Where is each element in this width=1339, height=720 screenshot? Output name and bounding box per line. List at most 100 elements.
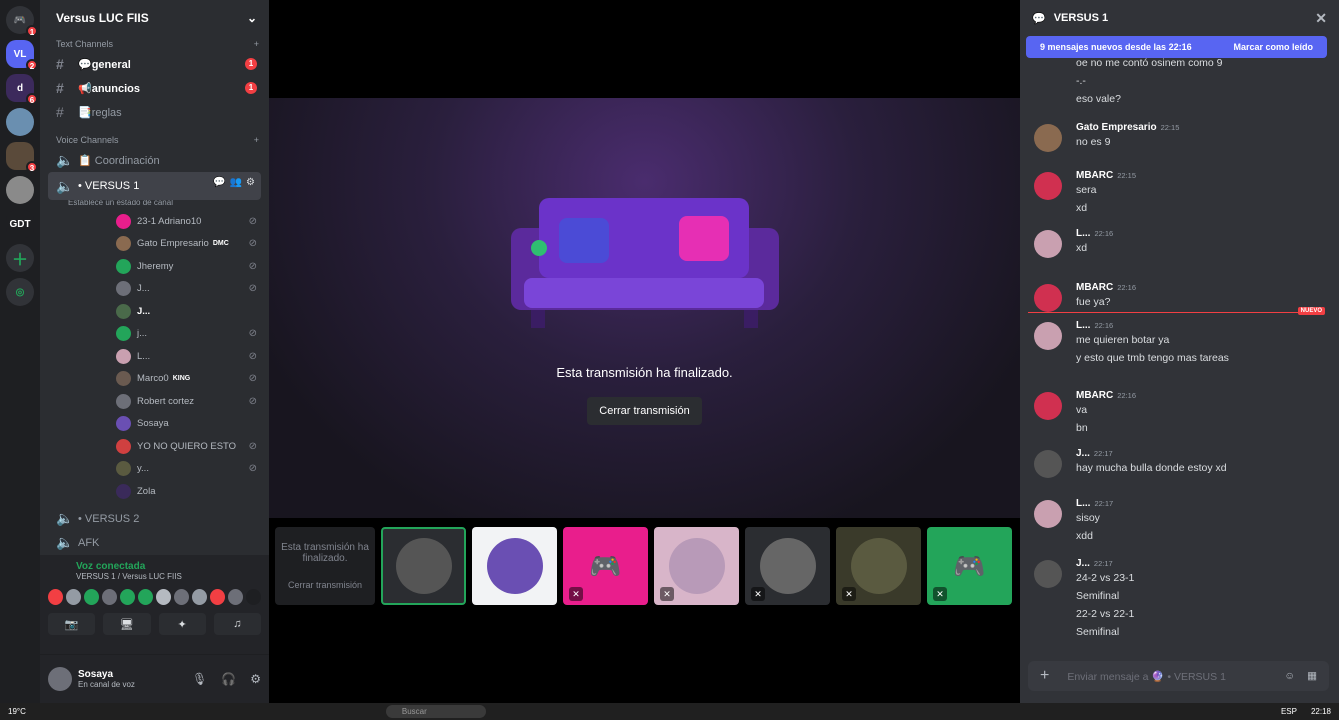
emoji-icon[interactable]: ☺ <box>1284 670 1295 682</box>
avatar[interactable] <box>1034 124 1062 152</box>
gear-icon[interactable]: ⚙ <box>246 177 255 188</box>
voice-category[interactable]: Voice Channels + <box>40 132 269 148</box>
message-author[interactable]: Gato Empresario <box>1076 122 1157 133</box>
message-author[interactable]: L... <box>1076 228 1090 239</box>
voice-user[interactable]: j... ⊘ <box>116 323 261 346</box>
share-screen-button[interactable]: 🖥 <box>103 613 151 635</box>
avatar[interactable] <box>66 589 81 605</box>
message-author[interactable]: J... <box>1076 448 1090 459</box>
server-avatar-1[interactable] <box>6 108 34 136</box>
voice-location[interactable]: VERSUS 1 / Versus LUC FIIS <box>48 572 261 581</box>
channel-general[interactable]: # 💬general 1 <box>48 52 261 76</box>
apps-icon[interactable]: ▦ <box>1307 670 1317 682</box>
text-category[interactable]: Text Channels + <box>40 36 269 52</box>
avatar[interactable] <box>192 589 207 605</box>
message-line: xd <box>1076 202 1088 214</box>
server-avatar-3[interactable] <box>6 176 34 204</box>
home-button[interactable]: 🎮 1 <box>6 6 38 37</box>
voice-user[interactable]: Marco0 KING ⊘ <box>116 368 261 391</box>
participant-tile[interactable] <box>472 527 557 605</box>
plus-icon[interactable]: + <box>1040 667 1049 685</box>
message-time: 22:16 <box>1117 391 1136 400</box>
close-stream-button[interactable]: Cerrar transmisión <box>587 397 702 425</box>
stream-tile-close[interactable]: Cerrar transmisión <box>288 580 362 590</box>
taskbar-search[interactable]: Buscar <box>385 705 486 718</box>
server-gdt[interactable]: GDT <box>6 210 34 238</box>
language-indicator[interactable]: ESP <box>1281 707 1297 716</box>
chat-icon[interactable]: 💬 <box>213 177 225 188</box>
avatar[interactable] <box>228 589 243 605</box>
server-avatar-2[interactable]: 3 <box>6 142 38 173</box>
server-d[interactable]: d6 <box>6 74 38 105</box>
avatar[interactable] <box>120 589 135 605</box>
avatar[interactable] <box>1034 500 1062 528</box>
message-author[interactable]: MBARC <box>1076 282 1113 293</box>
message-author[interactable]: J... <box>1076 558 1090 569</box>
avatar[interactable] <box>174 589 189 605</box>
voice-user[interactable]: L... ⊘ <box>116 345 261 368</box>
add-member-icon[interactable]: 👥 <box>230 177 242 188</box>
voice-user[interactable]: Gato Empresario DMC ⊘ <box>116 233 261 256</box>
avatar[interactable] <box>84 589 99 605</box>
avatar[interactable] <box>48 667 72 691</box>
participant-tile[interactable]: ✕ <box>745 527 830 605</box>
participant-tile[interactable]: ✕ <box>654 527 739 605</box>
voice-user[interactable]: J... <box>116 300 261 323</box>
channel-reglas[interactable]: # 📑reglas <box>48 100 261 124</box>
participant-tile[interactable] <box>381 527 466 605</box>
video-off-button[interactable]: 📷 <box>48 613 96 635</box>
channel-anuncios[interactable]: # 📢anuncios 1 <box>48 76 261 100</box>
user-panel: Sosaya En canal de voz 🎙 🎧 ⚙ <box>40 655 269 703</box>
soundboard-button[interactable]: ♫ <box>213 613 261 635</box>
avatar[interactable] <box>1034 284 1062 312</box>
voice-user[interactable]: 23-1 Adriano10 ⊘ <box>116 210 261 233</box>
weather-temp[interactable]: 19°C <box>8 707 26 716</box>
close-icon[interactable]: ✕ <box>1315 10 1327 27</box>
voice-channel-versus1[interactable]: 🔈 • VERSUS 1 💬 👥 ⚙ <box>48 172 261 200</box>
gear-icon[interactable]: ⚙ <box>250 672 261 686</box>
voice-user[interactable]: Zola <box>116 480 261 503</box>
participant-tile[interactable]: 🎮 ✕ <box>927 527 1012 605</box>
explore-button[interactable]: ◎ <box>6 278 34 306</box>
voice-channel-afk[interactable]: 🔈 AFK <box>48 531 261 555</box>
clock[interactable]: 22:18 <box>1311 707 1331 716</box>
avatar[interactable] <box>1034 322 1062 350</box>
avatar[interactable] <box>102 589 117 605</box>
avatar[interactable] <box>156 589 171 605</box>
avatar[interactable] <box>1034 230 1062 258</box>
plus-icon[interactable]: + <box>254 39 259 49</box>
participant-tile[interactable]: ✕ <box>836 527 921 605</box>
message-input[interactable]: + Enviar mensaje a 🔮 • VERSUS 1 ☺ ▦ <box>1028 661 1329 691</box>
server-header[interactable]: Versus LUC FIIS ⌄ <box>40 0 269 36</box>
voice-channel-versus2[interactable]: 🔈 • VERSUS 2 <box>48 507 261 531</box>
avatar[interactable] <box>1034 560 1062 588</box>
stream-tile[interactable]: Esta transmisión ha finalizado. Cerrar t… <box>275 527 375 605</box>
avatar[interactable] <box>1034 392 1062 420</box>
message-author[interactable]: MBARC <box>1076 390 1113 401</box>
message-author[interactable]: L... <box>1076 498 1090 509</box>
voice-user[interactable]: YO NO QUIERO ESTO ⊘ <box>116 435 261 458</box>
avatar[interactable] <box>1034 172 1062 200</box>
avatar[interactable] <box>1034 450 1062 478</box>
activities-button[interactable]: ✦ <box>158 613 206 635</box>
plus-icon[interactable]: + <box>254 135 259 145</box>
avatar[interactable] <box>246 589 261 605</box>
headphones-icon[interactable]: 🎧 <box>221 672 236 686</box>
avatar[interactable] <box>210 589 225 605</box>
participant-tile[interactable]: 🎮 ✕ <box>563 527 648 605</box>
message-author[interactable]: MBARC <box>1076 170 1113 181</box>
mark-read-button[interactable]: Marcar como leído <box>1233 42 1313 52</box>
add-server-button[interactable]: ＋ <box>6 244 34 272</box>
avatar[interactable] <box>48 589 63 605</box>
server-vl[interactable]: VL 2 <box>6 40 38 71</box>
microphone-icon[interactable]: 🎙 <box>192 672 207 686</box>
voice-user[interactable]: y... ⊘ <box>116 458 261 481</box>
message-author[interactable]: L... <box>1076 320 1090 331</box>
voice-user[interactable]: Jheremy ⊘ <box>116 255 261 278</box>
voice-user[interactable]: J... ⊘ <box>116 278 261 301</box>
voice-channel-coordinacion[interactable]: 🔈 📋 Coordinación <box>48 148 261 172</box>
new-messages-banner[interactable]: 9 mensajes nuevos desde las 22:16 Marcar… <box>1026 36 1327 58</box>
voice-user[interactable]: Sosaya <box>116 413 261 436</box>
voice-user[interactable]: Robert cortez ⊘ <box>116 390 261 413</box>
avatar[interactable] <box>138 589 153 605</box>
